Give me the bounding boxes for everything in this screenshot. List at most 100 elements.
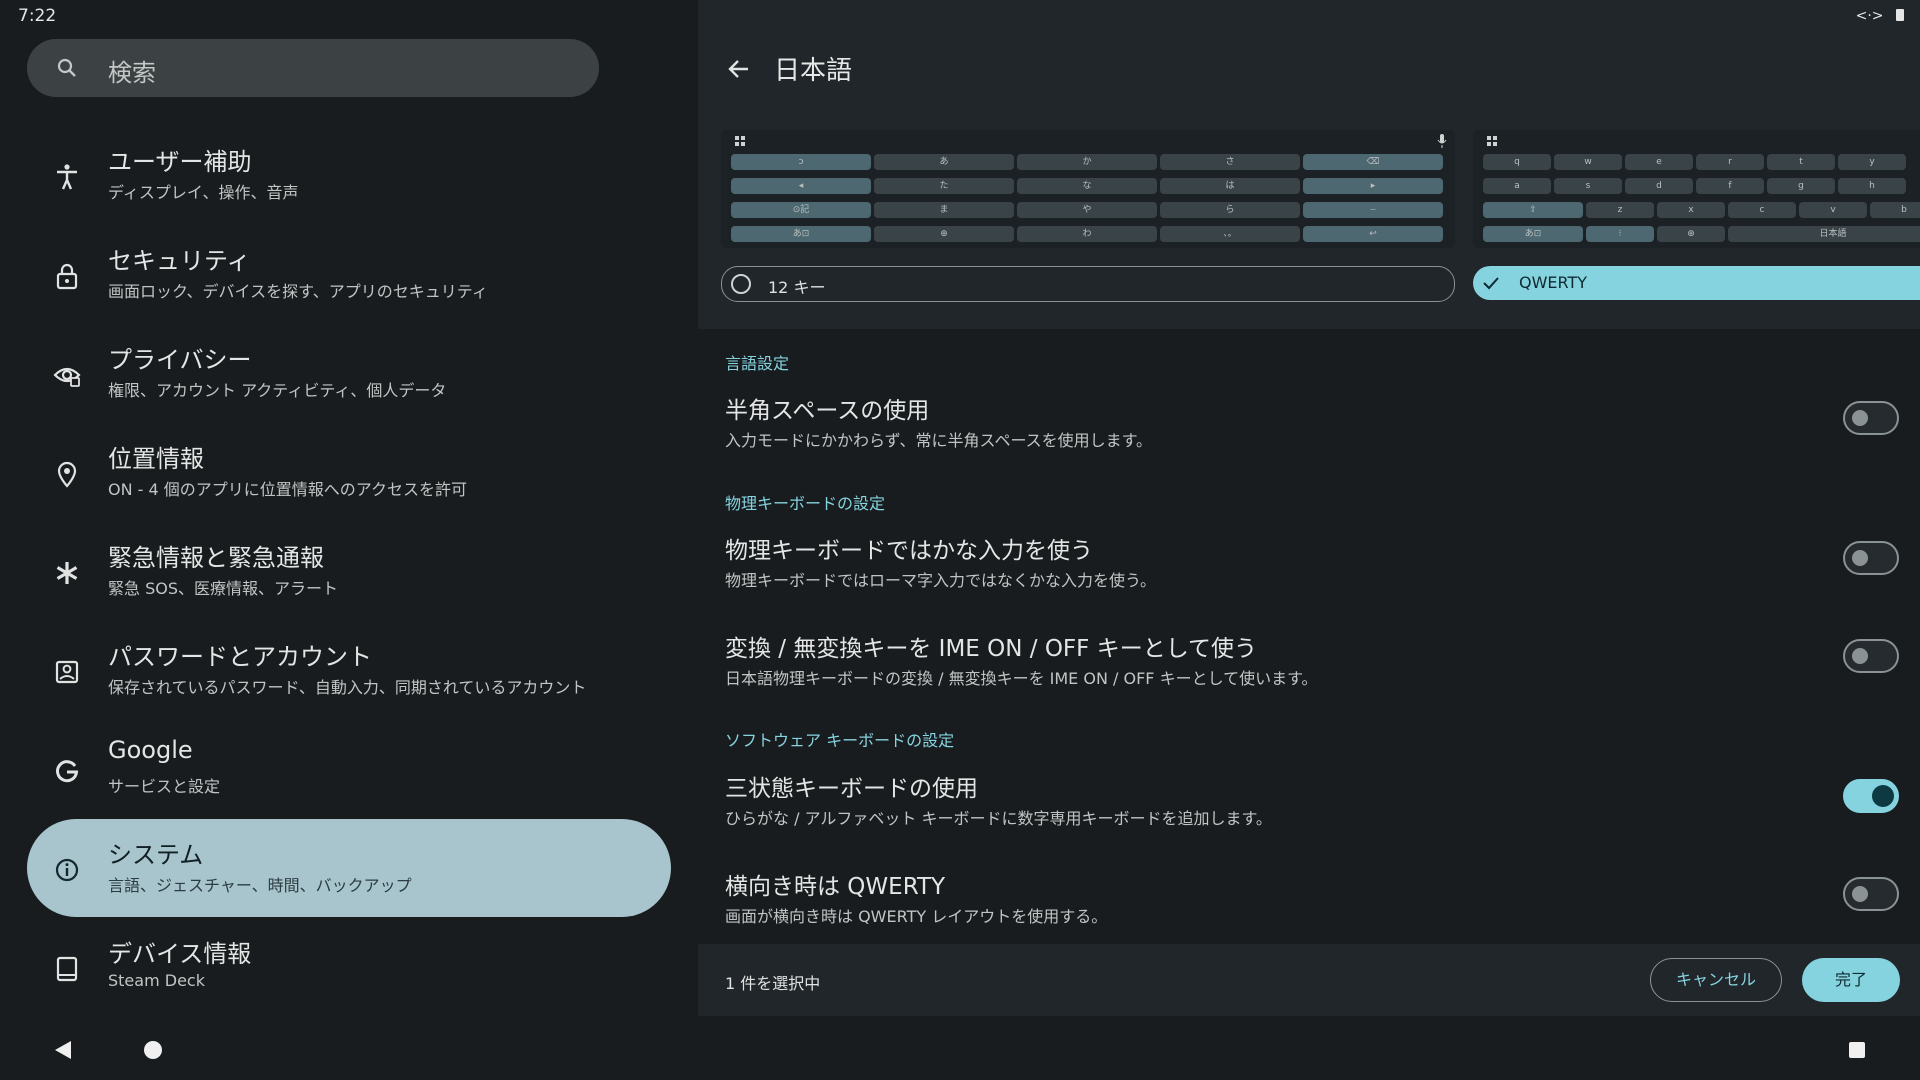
section-header-language: 言語設定 bbox=[725, 354, 790, 373]
key: w bbox=[1554, 154, 1622, 170]
key: ⊕ bbox=[1657, 226, 1725, 242]
setting-subtitle: 物理キーボードではローマ字入力ではなくかな入力を使う。 bbox=[725, 571, 1157, 590]
sidebar-item-subtitle: 保存されているパスワード、自動入力、同期されているアカウント bbox=[108, 678, 587, 697]
nav-back-icon[interactable] bbox=[54, 1040, 72, 1060]
sidebar-item-passwords-accounts[interactable]: パスワードとアカウント 保存されているパスワード、自動入力、同期されているアカウ… bbox=[27, 621, 671, 719]
key: ⁝ bbox=[1586, 226, 1654, 242]
setting-title: 半角スペースの使用 bbox=[725, 398, 930, 424]
sidebar-item-subtitle: ディスプレイ、操作、音声 bbox=[108, 183, 299, 202]
navigation-bar bbox=[0, 1016, 1920, 1080]
selection-count: 1 件を選択中 bbox=[725, 974, 821, 993]
setting-title: 三状態キーボードの使用 bbox=[725, 776, 978, 802]
key: y bbox=[1838, 154, 1906, 170]
sidebar-item-device-info[interactable]: デバイス情報 Steam Deck bbox=[27, 918, 671, 1016]
tablet-icon bbox=[56, 956, 78, 982]
key: ま bbox=[874, 202, 1014, 218]
key: あ⊡ bbox=[1483, 226, 1583, 242]
sidebar-item-subtitle: 画面ロック、デバイスを探す、アプリのセキュリティ bbox=[108, 282, 488, 301]
key: 日本語 bbox=[1728, 226, 1920, 242]
sidebar-item-subtitle: Steam Deck bbox=[108, 971, 205, 990]
section-header-software-keyboard: ソフトウェア キーボードの設定 bbox=[725, 731, 955, 750]
key: ⌣ bbox=[1303, 202, 1443, 218]
key: わ bbox=[1017, 226, 1157, 242]
mic-icon bbox=[1437, 134, 1447, 148]
key: x bbox=[1657, 202, 1725, 218]
status-icons: <·> bbox=[1856, 8, 1904, 24]
layout-option-12key[interactable]: 12 キー bbox=[721, 266, 1455, 302]
sidebar-item-subtitle: サービスと設定 bbox=[108, 777, 221, 796]
battery-icon bbox=[1896, 9, 1904, 21]
sidebar-item-title: デバイス情報 bbox=[108, 940, 252, 968]
key: ◂ bbox=[731, 178, 871, 194]
sidebar-item-subtitle: 権限、アカウント アクティビティ、個人データ bbox=[108, 381, 447, 400]
key: ▸ bbox=[1303, 178, 1443, 194]
toggle-switch-off[interactable] bbox=[1843, 401, 1899, 435]
setting-subtitle: ひらがな / アルファベット キーボードに数字専用キーボードを追加します。 bbox=[725, 809, 1272, 828]
location-pin-icon bbox=[57, 461, 77, 488]
search-icon bbox=[57, 58, 76, 77]
done-button[interactable]: 完了 bbox=[1802, 958, 1900, 1002]
toggle-knob bbox=[1852, 550, 1868, 566]
google-icon bbox=[56, 760, 79, 783]
sidebar-item-subtitle: ON - 4 個のアプリに位置情報へのアクセスを許可 bbox=[108, 480, 467, 499]
settings-sidebar: 7:22 検索 ユーザー補助 ディスプレイ、操作、音声 セキュリティ 画面ロック… bbox=[0, 0, 698, 1016]
keyboard-preview-12key[interactable]: ↄ あ か さ ⌫ ◂ た な は ▸ ⊙記 ま や ら ⌣ あ⊡ ⊕ わ 、。… bbox=[721, 130, 1455, 248]
sidebar-item-title: ユーザー補助 bbox=[108, 148, 252, 176]
search-bar[interactable]: 検索 bbox=[27, 39, 599, 97]
sidebar-item-system[interactable]: システム 言語、ジェスチャー、時間、バックアップ bbox=[27, 819, 671, 917]
radio-unchecked-icon bbox=[731, 274, 751, 294]
key: a bbox=[1483, 178, 1551, 194]
toggle-knob bbox=[1872, 785, 1894, 807]
sidebar-item-accessibility[interactable]: ユーザー補助 ディスプレイ、操作、音声 bbox=[27, 126, 671, 224]
sidebar-item-emergency[interactable]: 緊急情報と緊急通報 緊急 SOS、医療情報、アラート bbox=[27, 522, 671, 620]
cancel-button[interactable]: キャンセル bbox=[1650, 958, 1782, 1002]
key: あ bbox=[874, 154, 1014, 170]
account-box-icon bbox=[55, 660, 79, 684]
selection-footer: 1 件を選択中 キャンセル 完了 bbox=[698, 944, 1920, 1016]
sidebar-item-privacy[interactable]: プライバシー 権限、アカウント アクティビティ、個人データ bbox=[27, 324, 671, 422]
sidebar-item-security[interactable]: セキュリティ 画面ロック、デバイスを探す、アプリのセキュリティ bbox=[27, 225, 671, 323]
setting-subtitle: 入力モードにかかわらず、常に半角スペースを使用します。 bbox=[725, 431, 1153, 450]
status-time: 7:22 bbox=[18, 6, 57, 26]
key: ⇧ bbox=[1483, 202, 1583, 218]
key: や bbox=[1017, 202, 1157, 218]
sidebar-item-title: Google bbox=[108, 736, 193, 764]
info-icon bbox=[55, 858, 79, 882]
setting-title: 横向き時は QWERTY bbox=[725, 874, 946, 900]
key: z bbox=[1586, 202, 1654, 218]
nav-home-icon[interactable] bbox=[143, 1040, 163, 1060]
key: か bbox=[1017, 154, 1157, 170]
key: c bbox=[1728, 202, 1796, 218]
key: ⊕ bbox=[874, 226, 1014, 242]
key: d bbox=[1625, 178, 1693, 194]
key: ↩ bbox=[1303, 226, 1443, 242]
key: q bbox=[1483, 154, 1551, 170]
key: g bbox=[1767, 178, 1835, 194]
sidebar-item-location[interactable]: 位置情報 ON - 4 個のアプリに位置情報へのアクセスを許可 bbox=[27, 423, 671, 521]
toggle-switch-off[interactable] bbox=[1843, 541, 1899, 575]
key: f bbox=[1696, 178, 1764, 194]
page-title: 日本語 bbox=[774, 56, 853, 86]
keyboard-preview-qwerty[interactable]: q w e r t y a s d f g h ⇧ z x c v b あ⊡ ⁝… bbox=[1473, 130, 1920, 248]
setting-title: 変換 / 無変換キーを IME ON / OFF キーとして使う bbox=[725, 636, 1258, 662]
toggle-switch-off[interactable] bbox=[1843, 639, 1899, 673]
key: e bbox=[1625, 154, 1693, 170]
nav-recents-icon[interactable] bbox=[1848, 1041, 1866, 1059]
sidebar-item-google[interactable]: Google サービスと設定 bbox=[27, 720, 671, 818]
privacy-eye-icon bbox=[53, 367, 81, 387]
key: s bbox=[1554, 178, 1622, 194]
sidebar-item-title: パスワードとアカウント bbox=[108, 643, 372, 671]
emergency-asterisk-icon bbox=[56, 562, 78, 584]
toggle-switch-on[interactable] bbox=[1843, 779, 1899, 813]
layout-option-qwerty[interactable]: QWERTY bbox=[1473, 266, 1920, 300]
toggle-knob bbox=[1852, 648, 1868, 664]
sidebar-item-title: 緊急情報と緊急通報 bbox=[108, 544, 324, 572]
key: さ bbox=[1160, 154, 1300, 170]
layout-option-label: 12 キー bbox=[768, 278, 826, 297]
search-placeholder: 検索 bbox=[108, 59, 156, 87]
settings-list: 言語設定 半角スペースの使用 入力モードにかかわらず、常に半角スペースを使用しま… bbox=[698, 329, 1920, 944]
toggle-switch-off[interactable] bbox=[1843, 877, 1899, 911]
layout-option-label: QWERTY bbox=[1519, 273, 1588, 292]
back-arrow-icon[interactable] bbox=[726, 56, 752, 82]
accessibility-icon bbox=[57, 164, 77, 190]
